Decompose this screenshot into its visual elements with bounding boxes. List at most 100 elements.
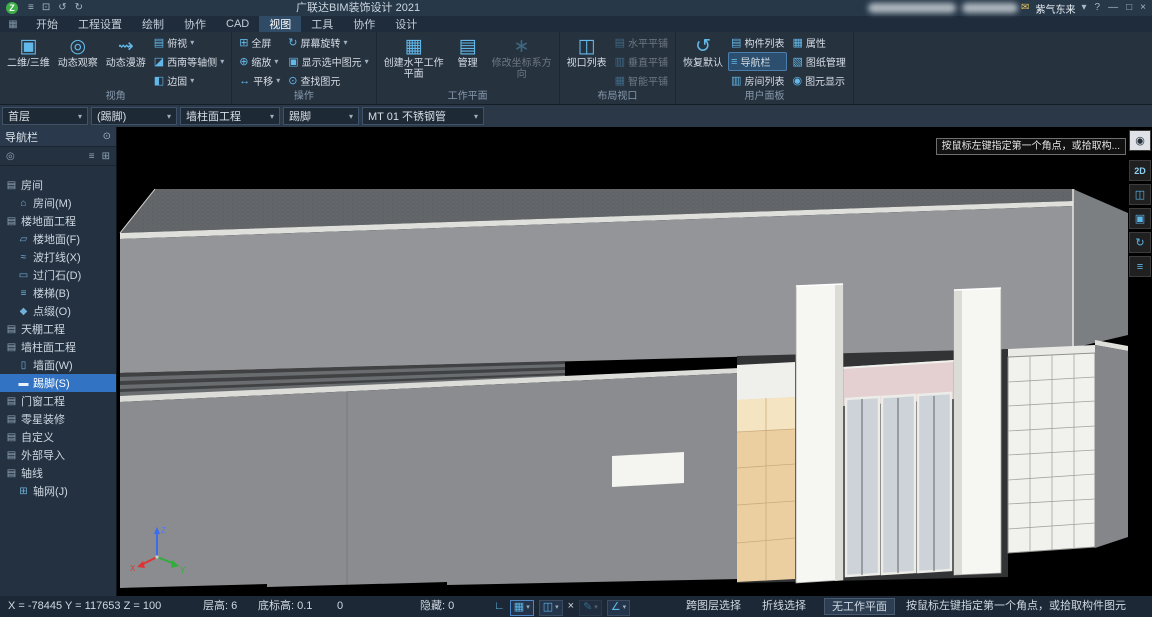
tree-group-floor-works[interactable]: ▤楼地面工程 — [0, 212, 116, 230]
tab-collaborate-2[interactable]: 协作 — [343, 16, 385, 32]
button-tile-vertical[interactable]: ▥ 垂直平铺 — [612, 52, 671, 71]
tab-view[interactable]: 视图 — [259, 16, 301, 32]
tab-project-settings[interactable]: 工程设置 — [68, 16, 132, 32]
redo-icon[interactable]: ↻ — [71, 0, 87, 16]
tree-item-stairs-b[interactable]: ≡楼梯(B) — [0, 284, 116, 302]
ortho-icon[interactable]: ∟ — [494, 596, 505, 617]
floor-select[interactable]: 首层 ▾ — [2, 107, 88, 125]
button-restore-default[interactable]: ↺ 恢复默认 — [680, 33, 726, 69]
tree-item-floor-f[interactable]: ▱楼地面(F) — [0, 230, 116, 248]
tree-item-skirting-s[interactable]: ▬踢脚(S) — [0, 374, 116, 392]
tab-cad[interactable]: CAD — [216, 16, 259, 32]
tab-tools[interactable]: 工具 — [301, 16, 343, 32]
tree-group-wall-works[interactable]: ▤墙柱面工程 — [0, 338, 116, 356]
grid-panel — [1008, 345, 1095, 553]
caret-down-icon: ▾ — [190, 76, 194, 85]
user-name[interactable]: 紫气东来 — [1036, 1, 1076, 16]
button-fullscreen[interactable]: ⊞ 全屏 — [236, 33, 283, 52]
button-dynamic-walkthrough[interactable]: ⇝ 动态漫游 — [103, 33, 149, 69]
button-top-view[interactable]: ▤ 俯视 ▾ — [151, 33, 227, 52]
tile-smart-icon: ▦ — [615, 74, 625, 87]
workplane-indicator[interactable]: 无工作平面 — [824, 598, 895, 615]
grid-snap-button[interactable]: ▦ ▾ — [510, 600, 534, 616]
polyline-select-toggle[interactable]: 折线选择 — [762, 596, 806, 617]
tree-group-external-import[interactable]: ▤外部导入 — [0, 446, 116, 464]
button-component-list[interactable]: ▤ 构件列表 — [728, 33, 787, 52]
button-screen-rotate[interactable]: ↻ 屏幕旋转 ▾ — [285, 33, 371, 52]
tree-item-room-m[interactable]: ⌂房间(M) — [0, 194, 116, 212]
list-icon[interactable]: ≡ — [89, 151, 95, 162]
message-icon[interactable]: ✉ — [1017, 0, 1033, 16]
button-modify-coordinate-system[interactable]: ∗ 修改坐标系方向 — [489, 33, 555, 80]
viewport-3d[interactable]: Z X Y — [117, 127, 1152, 596]
menu-icon[interactable]: ≡ — [24, 0, 38, 16]
button-navigation-bar[interactable]: ≡ 导航栏 — [728, 52, 787, 71]
help-icon[interactable]: ? — [1091, 0, 1105, 16]
button-sheet-manager[interactable]: ▧ 图纸管理 — [789, 52, 848, 71]
minimize-icon[interactable]: — — [1104, 0, 1122, 16]
pin-icon[interactable]: ⊙ — [103, 131, 111, 142]
layout-panel-button[interactable]: ▣ — [1129, 208, 1151, 229]
view-list-button[interactable]: ≡ — [1129, 256, 1151, 277]
tree-group-door-window[interactable]: ▤门窗工程 — [0, 392, 116, 410]
tab-draw[interactable]: 绘制 — [132, 16, 174, 32]
tree-item-accent-o[interactable]: ◆点缀(O) — [0, 302, 116, 320]
cross-layer-select-toggle[interactable]: 跨图层选择 — [686, 596, 741, 617]
user-caret-icon[interactable]: ▾ — [1078, 0, 1091, 16]
undo-icon[interactable]: ↺ — [54, 0, 70, 16]
button-dynamic-orbit[interactable]: ◎ 动态观察 — [55, 33, 101, 69]
save-icon[interactable]: ⊡ — [38, 0, 54, 16]
material-select[interactable]: MT 01 不锈钢管 ▾ — [362, 107, 484, 125]
tree-group-ceiling-works[interactable]: ▤天棚工程 — [0, 320, 116, 338]
button-pan[interactable]: ↔ 平移 ▾ — [236, 71, 283, 90]
tree-item-threshold-d[interactable]: ▭过门石(D) — [0, 266, 116, 284]
tree-item-axis-grid-j[interactable]: ⊞轴网(J) — [0, 482, 116, 500]
button-create-horizontal-workplane[interactable]: ▦ 创建水平工作平面 — [381, 33, 447, 80]
maximize-icon[interactable]: □ — [1122, 0, 1136, 16]
button-show-selected[interactable]: ▣ 显示选中图元 ▾ — [285, 52, 371, 71]
axis-grid-icon: ⊞ — [17, 486, 30, 497]
compass-icon[interactable]: ◎ — [6, 151, 15, 162]
tree-group-misc-decor[interactable]: ▤零星装修 — [0, 410, 116, 428]
rotate-view-button[interactable]: ↻ — [1129, 232, 1151, 253]
tab-design[interactable]: 设计 — [385, 16, 427, 32]
app-grid-icon[interactable]: ▦ — [0, 16, 26, 32]
button-tile-smart[interactable]: ▦ 智能平铺 — [612, 71, 671, 90]
app-logo-icon[interactable]: Z — [6, 2, 18, 14]
tab-collaborate[interactable]: 协作 — [174, 16, 216, 32]
button-tile-horizontal[interactable]: ▤ 水平平铺 — [612, 33, 671, 52]
snapshot-button[interactable]: ◉ — [1129, 130, 1151, 151]
tree-group-room[interactable]: ▤房间 — [0, 176, 116, 194]
view-2d-button[interactable]: 2D — [1129, 160, 1151, 181]
window-title: 广联达BIM装饰设计 2021 — [296, 0, 420, 16]
draw-mode-button[interactable]: ✎ ▾ — [579, 600, 602, 616]
button-zoom[interactable]: ⊕ 缩放 ▾ — [236, 52, 283, 71]
sidebar-toolbar: ◎ ≡ ⊞ — [0, 147, 116, 166]
element-type-select[interactable]: (踢脚) ▾ — [91, 107, 177, 125]
skirting-icon: ▬ — [17, 378, 30, 389]
button-manage-workplane[interactable]: ▤ 管理 — [449, 33, 487, 69]
button-viewport-list[interactable]: ◫ 视口列表 — [564, 33, 610, 69]
button-2d-3d[interactable]: ▣ 二维/三维 — [4, 33, 53, 69]
tree-group-axis[interactable]: ▤轴线 — [0, 464, 116, 482]
measure-button[interactable]: ∠ ▾ — [607, 600, 630, 616]
button-properties[interactable]: ▦ 属性 — [789, 33, 848, 52]
button-find-element[interactable]: ⊙ 查找图元 — [285, 71, 371, 90]
button-room-list[interactable]: ▥ 房间列表 — [728, 71, 787, 90]
work-category-select[interactable]: 墙柱面工程 ▾ — [180, 107, 280, 125]
tree-group-custom[interactable]: ▤自定义 — [0, 428, 116, 446]
button-sw-isometric[interactable]: ◪ 西南等轴侧 ▾ — [151, 52, 227, 71]
tree-item-border-line-x[interactable]: ≈波打线(X) — [0, 248, 116, 266]
floor-height: 层高: 6 — [203, 596, 237, 617]
layers-icon[interactable]: ⊞ — [102, 151, 110, 162]
statusbar: X = -78445 Y = 117653 Z = 100 层高: 6 底标高:… — [0, 596, 1152, 617]
viewport-panel-button[interactable]: ◫ — [1129, 184, 1151, 205]
tree-item-wall-w[interactable]: ▯墙面(W) — [0, 356, 116, 374]
viewport-mode-button[interactable]: ◫ ▾ — [539, 600, 563, 616]
clear-selection-icon[interactable]: × — [568, 596, 574, 617]
button-edge-view[interactable]: ◧ 边固 ▾ — [151, 71, 227, 90]
button-element-display[interactable]: ◉ 图元显示 — [789, 71, 848, 90]
close-icon[interactable]: × — [1136, 0, 1150, 16]
subtype-select[interactable]: 踢脚 ▾ — [283, 107, 359, 125]
tab-start[interactable]: 开始 — [26, 16, 68, 32]
